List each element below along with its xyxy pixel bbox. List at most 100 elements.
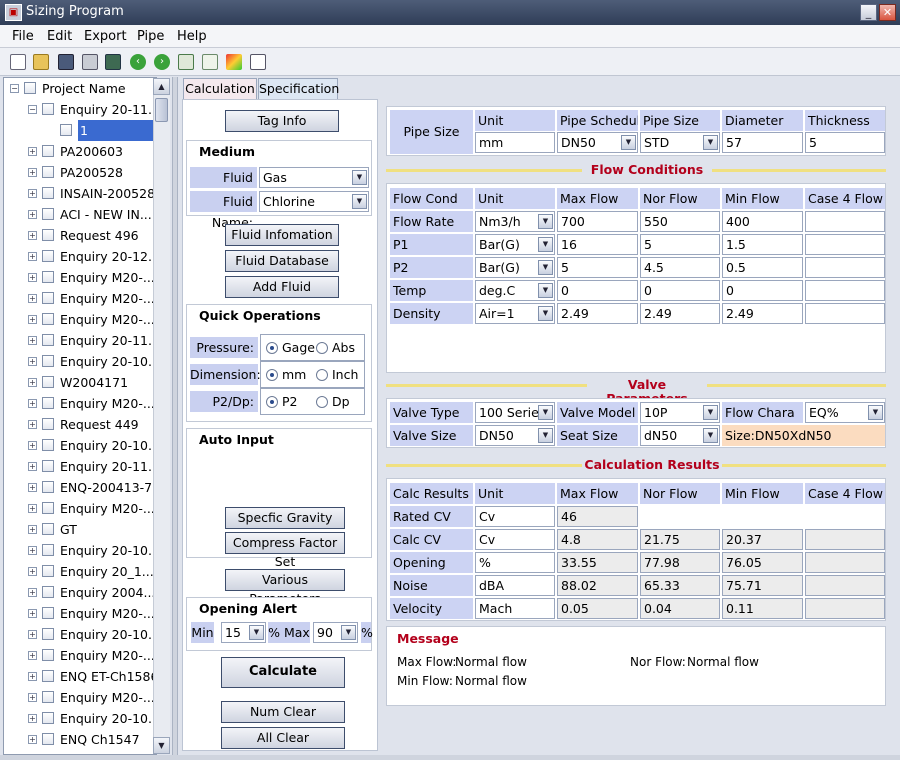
checkbox[interactable] [42, 145, 54, 157]
tree-root[interactable]: − Project Name [4, 78, 156, 99]
tree-item[interactable]: + Enquiry 20-11... [4, 456, 156, 477]
expand-icon[interactable]: + [28, 546, 37, 555]
expand-icon[interactable]: + [28, 252, 37, 261]
value-cell[interactable] [805, 234, 885, 255]
checkbox[interactable] [42, 565, 54, 577]
tag-info-button[interactable]: Tag Info [225, 110, 339, 132]
menu-help[interactable]: Help [177, 29, 207, 44]
value-cell[interactable]: 2.49 [640, 303, 720, 324]
value-cell[interactable]: 46 [557, 506, 638, 527]
value-cell[interactable]: 20.37 [722, 529, 803, 550]
value-cell[interactable] [805, 211, 885, 232]
checkbox[interactable] [42, 166, 54, 178]
checkbox[interactable] [42, 208, 54, 220]
expand-icon[interactable]: + [28, 231, 37, 240]
value-cell[interactable]: 4.8 [557, 529, 638, 550]
tree-scrollbar[interactable] [153, 78, 170, 754]
tree-item[interactable]: + Request 496 [4, 225, 156, 246]
checkbox[interactable] [42, 313, 54, 325]
value-cell[interactable] [805, 529, 885, 550]
checkbox[interactable] [42, 691, 54, 703]
tab-calculation[interactable]: Calculation [183, 78, 257, 99]
value-cell[interactable]: 0 [557, 280, 638, 301]
expand-icon[interactable]: + [28, 462, 37, 471]
value-cell[interactable] [805, 257, 885, 278]
value-cell[interactable]: Mach [475, 598, 555, 619]
min-alert-select[interactable]: 15 ▼ [221, 622, 266, 643]
fluid-type-select[interactable]: Gas ▼ [259, 167, 369, 188]
expand-icon[interactable]: + [28, 420, 37, 429]
splitter[interactable] [172, 77, 178, 755]
expand-icon[interactable]: + [28, 399, 37, 408]
tree-item[interactable]: + PA200528 [4, 162, 156, 183]
checkbox[interactable] [42, 628, 54, 640]
value-cell[interactable]: 550 [640, 211, 720, 232]
scroll-down-button[interactable]: ▼ [153, 737, 170, 754]
unit-select[interactable]: Bar(G) ▼ [475, 257, 555, 278]
collapse-icon[interactable]: − [28, 105, 37, 114]
tree-item[interactable]: + Enquiry M20-... [4, 267, 156, 288]
menu-export[interactable]: Export [84, 29, 127, 44]
tree-item[interactable]: + PA200603 [4, 141, 156, 162]
value-cell[interactable]: Cv [475, 529, 555, 550]
tree-item[interactable]: + ENQ Ch1547 [4, 729, 156, 750]
flow-chara-select[interactable]: EQ% ▼ [805, 402, 885, 423]
checkbox[interactable] [42, 523, 54, 535]
value-cell[interactable]: % [475, 552, 555, 573]
tree-item-selected[interactable]: 1 [4, 120, 156, 141]
tree-item[interactable]: + Enquiry M20-... [4, 603, 156, 624]
checkbox[interactable] [42, 376, 54, 388]
p2-radio[interactable] [266, 396, 278, 408]
save-as-icon[interactable] [105, 54, 121, 70]
tree-item[interactable]: + Enquiry 20-10... [4, 624, 156, 645]
chart-icon[interactable] [202, 54, 218, 70]
tree-item[interactable]: + Enquiry 20-11... [4, 330, 156, 351]
collapse-icon[interactable]: − [10, 84, 19, 93]
pipe-field[interactable]: 5 [805, 132, 885, 153]
checkbox[interactable] [42, 670, 54, 682]
checkbox[interactable] [60, 124, 72, 136]
expand-icon[interactable]: + [28, 378, 37, 387]
value-cell[interactable]: 0.11 [722, 598, 803, 619]
print-icon[interactable] [82, 54, 98, 70]
checkbox[interactable] [42, 586, 54, 598]
value-cell[interactable]: 2.49 [557, 303, 638, 324]
checkbox[interactable] [42, 712, 54, 724]
valve-model-select[interactable]: 10P ▼ [640, 402, 720, 423]
value-cell[interactable]: 75.71 [722, 575, 803, 596]
all-clear-button[interactable]: All Clear [221, 727, 345, 749]
checkbox[interactable] [42, 544, 54, 556]
pipe-field[interactable]: 57 [722, 132, 803, 153]
dp-radio[interactable] [316, 396, 328, 408]
checkbox[interactable] [42, 649, 54, 661]
pressure-gage-radio[interactable] [266, 342, 278, 354]
tree-item[interactable]: + ACI - NEW IN... [4, 204, 156, 225]
expand-icon[interactable]: + [28, 210, 37, 219]
edit-icon[interactable] [250, 54, 266, 70]
compress-factor-button[interactable]: Compress Factor Set [225, 532, 345, 569]
checkbox[interactable] [42, 334, 54, 346]
value-cell[interactable]: 0 [640, 280, 720, 301]
checkbox[interactable] [42, 502, 54, 514]
tree-item[interactable]: + GT [4, 519, 156, 540]
value-cell[interactable]: 16 [557, 234, 638, 255]
unit-select[interactable]: Nm3/h ▼ [475, 211, 555, 232]
tree-item[interactable]: + Enquiry 20-10... [4, 540, 156, 561]
expand-icon[interactable]: + [28, 168, 37, 177]
tree-item[interactable]: + W2004171 [4, 372, 156, 393]
seat-size-select[interactable]: dN50 ▼ [640, 425, 720, 446]
tree-item[interactable]: + Enquiry 20-10... [4, 708, 156, 729]
checkbox[interactable] [42, 460, 54, 472]
tree-item[interactable]: + Enquiry 20_1... [4, 561, 156, 582]
checkbox[interactable] [42, 250, 54, 262]
pipe-select[interactable]: STD ▼ [640, 132, 720, 153]
palette-icon[interactable] [226, 54, 242, 70]
specific-gravity-button[interactable]: Specfic Gravity Set [225, 507, 345, 544]
minimize-button[interactable]: _ [860, 4, 877, 21]
back-icon[interactable]: ‹ [130, 54, 146, 70]
checkbox[interactable] [42, 418, 54, 430]
tab-specification[interactable]: Specification [258, 78, 339, 99]
various-parameters-button[interactable]: Various Parameters [225, 569, 345, 606]
unit-select[interactable]: deg.C ▼ [475, 280, 555, 301]
value-cell[interactable]: 1.5 [722, 234, 803, 255]
